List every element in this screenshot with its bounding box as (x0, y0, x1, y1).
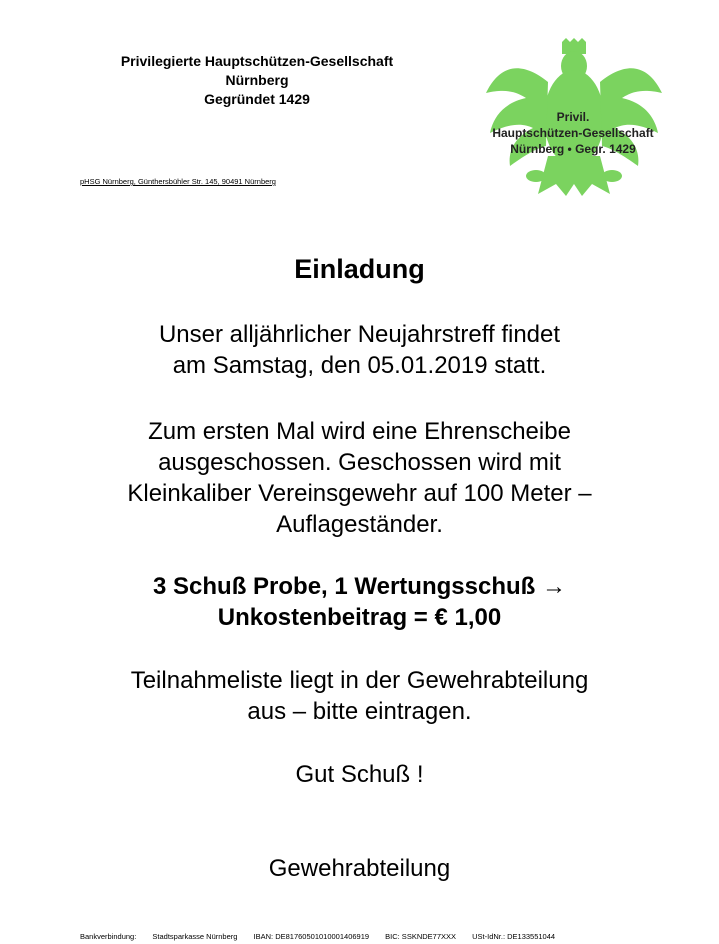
org-city: Nürnberg (225, 72, 289, 88)
text-line: Zum ersten Mal wird eine Ehrenscheibe (148, 418, 571, 445)
text-line: Auflageständer. (276, 511, 443, 538)
text-line: Kleinkaliber Vereinsgewehr auf 100 Meter… (127, 480, 592, 507)
closing-greeting: Gut Schuß ! (295, 761, 424, 788)
signature: Gewehrabteilung (268, 855, 451, 882)
bank-label: Bankverbindung: (80, 932, 137, 941)
org-name: Privilegierte Hauptschützen-Gesellschaft (120, 53, 394, 69)
paragraph-signup: Teilnahmeliste liegt in der Gewehrabteil… (0, 665, 719, 727)
iban: IBAN: DE81760501010001406919 (253, 932, 370, 941)
org-founded: Gegründet 1429 (204, 91, 310, 107)
logo-text-name: Hauptschützen-Gesellschaft (492, 126, 654, 140)
text-line: ausgeschossen. Geschossen wird mit (158, 449, 561, 476)
vat-id: USt-IdNr.: DE133551044 (472, 932, 556, 941)
text-line: Unser alljährlicher Neujahrstreff findet (158, 321, 561, 348)
paragraph-invitation: Unser alljährlicher Neujahrstreff findet… (0, 319, 719, 381)
text-line: am Samstag, den 05.01.2019 statt. (172, 352, 547, 379)
text-line: Unkostenbeitrag = € 1,00 (217, 604, 502, 631)
logo-text-city-year: Nürnberg • Gegr. 1429 (510, 142, 636, 156)
text-line: 3 Schuß Probe, 1 Wertungsschuß → (153, 573, 566, 600)
text-line: aus – bitte eintragen. (247, 698, 472, 725)
bic: BIC: SSKNDE77XXX (385, 932, 457, 941)
paragraph-fee: 3 Schuß Probe, 1 Wertungsschuß → Unkoste… (0, 571, 719, 633)
logo-text-privil: Privil. (556, 110, 590, 124)
club-logo: Privil. Hauptschützen-Gesellschaft Nürnb… (478, 38, 668, 198)
footer-bank-details: Bankverbindung: Stadtsparkasse Nürnberg … (80, 932, 569, 941)
organization-header: Privilegierte Hauptschützen-Gesellschaft… (62, 52, 452, 109)
text-line: Teilnahmeliste liegt in der Gewehrabteil… (130, 667, 589, 694)
bank-name: Stadtsparkasse Nürnberg (152, 932, 238, 941)
document-title: Einladung (294, 254, 425, 284)
sender-address: pHSG Nürnberg, Günthersbühler Str. 145, … (80, 177, 276, 186)
paragraph-details: Zum ersten Mal wird eine Ehrenscheibe au… (0, 416, 719, 540)
